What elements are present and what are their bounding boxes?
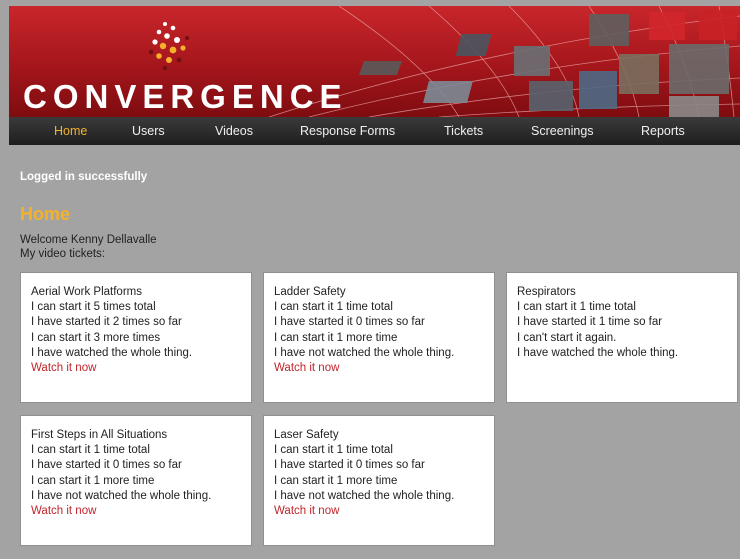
ticket-line: I can start it 1 more time <box>274 331 398 344</box>
ticket-line: I can start it 3 more times <box>31 331 161 344</box>
page-title: Home <box>20 204 71 224</box>
ticket-card: First Steps in All Situations I can star… <box>20 415 252 546</box>
ticket-line: I have started it 0 times so far <box>274 316 425 329</box>
nav-item-reports[interactable]: Reports <box>641 124 685 138</box>
ticket-line: I have watched the whole thing. <box>31 346 193 359</box>
ticket-line: I can't start it again. <box>517 331 617 344</box>
ticket-line: I have watched the whole thing. <box>517 346 679 359</box>
site-header: CONVERGENCE <box>9 6 740 117</box>
ticket-line: I have not watched the whole thing. <box>274 346 455 359</box>
section-subtitle: My video tickets: <box>20 248 105 260</box>
ticket-line: I can start it 1 time total <box>31 444 150 457</box>
brand-name: CONVERGENCE <box>23 78 348 115</box>
ticket-card: Respirators I can start it 1 time total … <box>506 272 738 403</box>
ticket-title: Ladder Safety <box>274 286 346 298</box>
watch-it-now-link[interactable]: Watch it now <box>274 504 484 519</box>
welcome-text: Welcome Kenny Dellavalle <box>20 234 157 246</box>
main-navigation: Home Users Videos Response Forms Tickets… <box>9 117 740 145</box>
watch-it-now-link[interactable]: Watch it now <box>274 361 484 376</box>
flash-message: Logged in successfully <box>20 171 148 183</box>
ticket-line: I have started it 0 times so far <box>31 459 182 472</box>
nav-item-screenings[interactable]: Screenings <box>531 124 594 138</box>
nav-item-response-forms[interactable]: Response Forms <box>300 124 395 138</box>
ticket-card: Laser Safety I can start it 1 time total… <box>263 415 495 546</box>
nav-item-users[interactable]: Users <box>132 124 165 138</box>
ticket-line: I can start it 5 times total <box>31 301 156 314</box>
ticket-line: I have not watched the whole thing. <box>274 489 455 502</box>
ticket-title: Respirators <box>517 286 576 298</box>
watch-it-now-link[interactable]: Watch it now <box>31 361 241 376</box>
ticket-line: I have started it 0 times so far <box>274 459 425 472</box>
ticket-line: I can start it 1 time total <box>274 301 393 314</box>
ticket-line: I can start it 1 time total <box>517 301 636 314</box>
ticket-line: I can start it 1 time total <box>274 444 393 457</box>
ticket-line: I can start it 1 more time <box>31 474 155 487</box>
watch-it-now-link[interactable]: Watch it now <box>31 504 241 519</box>
ticket-title: First Steps in All Situations <box>31 429 168 441</box>
convergence-logo-icon <box>148 22 189 71</box>
ticket-line: I have started it 2 times so far <box>31 316 182 329</box>
ticket-line: I can start it 1 more time <box>274 474 398 487</box>
ticket-title: Aerial Work Platforms <box>31 286 142 298</box>
ticket-card: Aerial Work Platforms I can start it 5 t… <box>20 272 252 403</box>
nav-item-tickets[interactable]: Tickets <box>444 124 483 138</box>
ticket-line: I have not watched the whole thing. <box>31 489 212 502</box>
ticket-card: Ladder Safety I can start it 1 time tota… <box>263 272 495 403</box>
nav-item-videos[interactable]: Videos <box>215 124 253 138</box>
ticket-title: Laser Safety <box>274 429 339 441</box>
ticket-line: I have started it 1 time so far <box>517 316 663 329</box>
nav-item-home[interactable]: Home <box>54 124 87 138</box>
welcome-block: Welcome Kenny Dellavalle My video ticket… <box>20 233 157 261</box>
